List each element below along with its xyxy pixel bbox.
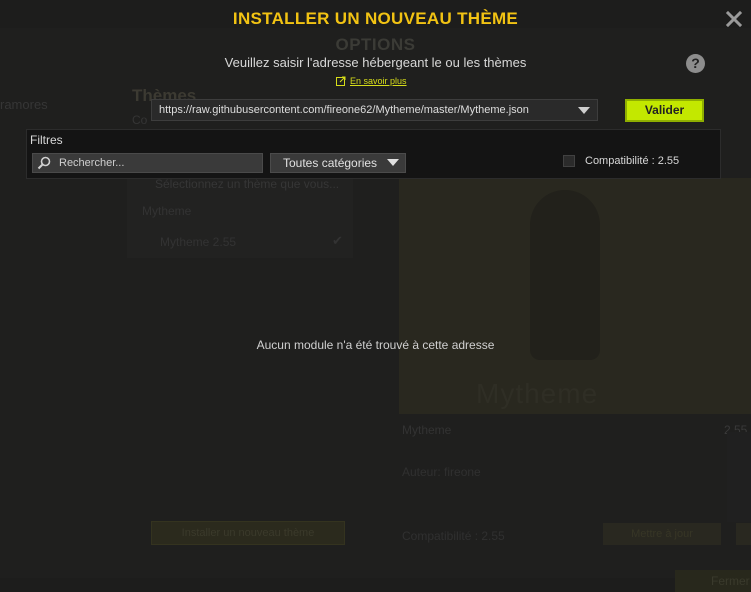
url-prompt: Veuillez saisir l'adresse hébergeant le … [224,55,527,70]
compatibility-label: Compatibilité : 2.55 [585,155,680,167]
search-icon [37,156,51,170]
category-select[interactable]: Toutes catégories [270,153,406,173]
modal-overlay [0,0,751,592]
url-input[interactable]: https://raw.githubusercontent.com/fireon… [151,99,598,121]
close-icon[interactable] [724,9,744,29]
compatibility-checkbox[interactable] [563,155,575,167]
chevron-down-icon[interactable] [578,107,590,114]
url-input-value: https://raw.githubusercontent.com/fireon… [159,104,529,116]
validate-button[interactable]: Valider [625,99,704,122]
empty-results-message: Aucun module n'a été trouvé à cette adre… [256,338,495,352]
filters-label: Filtres [30,133,63,147]
help-icon[interactable]: ? [686,54,705,73]
chevron-down-icon [387,159,399,166]
learn-more-label: En savoir plus [350,76,407,86]
category-select-value: Toutes catégories [283,156,378,170]
search-input[interactable]: Rechercher... [32,153,263,173]
modal-title: INSTALLER UN NOUVEAU THÈME [232,9,519,28]
external-link-icon [336,76,346,86]
learn-more-link[interactable]: En savoir plus [336,76,407,86]
